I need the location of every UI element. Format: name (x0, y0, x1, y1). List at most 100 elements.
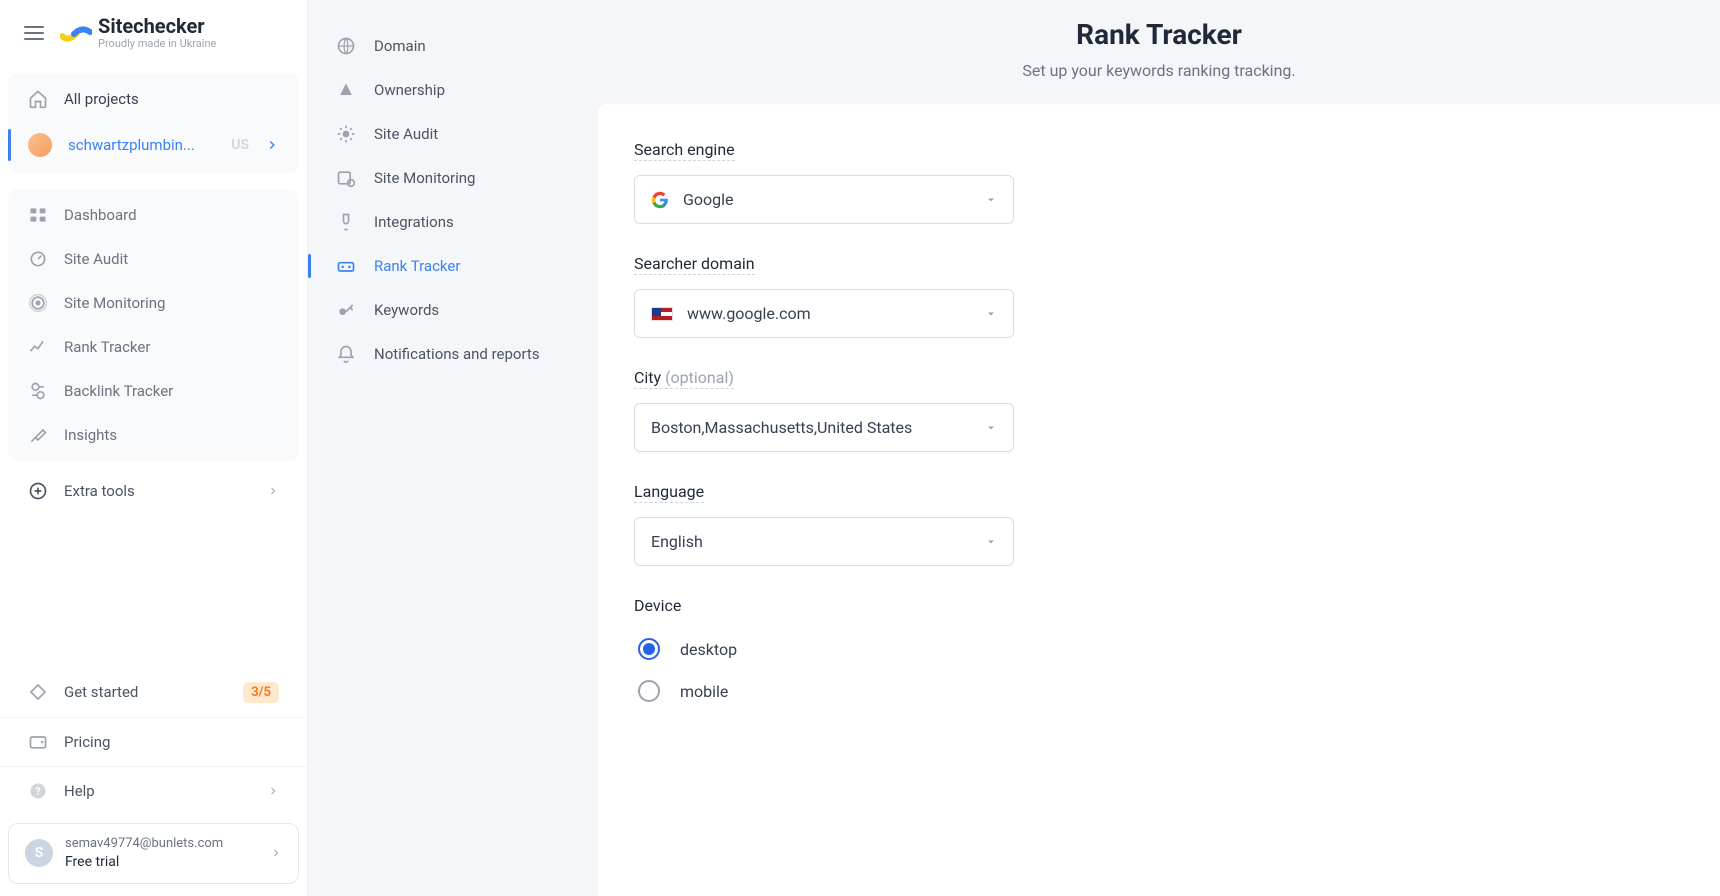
settings-nav-rank tracker[interactable]: Rank Tracker (308, 244, 598, 288)
field-label: City (optional) (634, 368, 734, 389)
field-device: Device desktop mobile (634, 596, 1684, 712)
nav-icon (336, 212, 356, 232)
chevron-right-icon (270, 847, 282, 859)
nav-group-projects: All projects schwartzplumbin... US (8, 73, 299, 173)
device-radio-desktop[interactable]: desktop (634, 628, 1684, 670)
hamburger-icon[interactable] (24, 26, 44, 40)
nav-group-main: Dashboard Site Audit Site Monitoring Ran… (8, 189, 299, 461)
nav-label: Ownership (374, 81, 445, 99)
settings-nav-site monitoring[interactable]: Site Monitoring (308, 156, 598, 200)
nav-get-started[interactable]: Get started 3/5 (0, 668, 307, 717)
nav-label: All projects (64, 90, 139, 108)
logo-icon (60, 22, 92, 44)
nav-label: Site Monitoring (374, 169, 475, 187)
project-avatar (28, 133, 52, 157)
main-content: Rank Tracker Set up your keywords rankin… (598, 0, 1720, 896)
nav-icon (336, 300, 356, 320)
nav-icon (336, 168, 356, 188)
nav-label: Insights (64, 426, 117, 444)
nav-rank tracker[interactable]: Rank Tracker (8, 325, 299, 369)
caret-down-icon (985, 536, 997, 548)
language-select[interactable]: English (634, 517, 1014, 566)
logo-bar: Sitechecker Proudly made in Ukraine (0, 0, 307, 65)
nav-site monitoring[interactable]: Site Monitoring (8, 281, 299, 325)
nav-label: Help (64, 782, 95, 800)
nav-backlink tracker[interactable]: Backlink Tracker (8, 369, 299, 413)
user-email: semav49774@bunlets.com (65, 836, 223, 853)
settings-nav-notifications and reports[interactable]: Notifications and reports (308, 332, 598, 376)
nav-current-project[interactable]: schwartzplumbin... US (8, 121, 299, 169)
nav-label: Domain (374, 37, 426, 55)
page-header: Rank Tracker Set up your keywords rankin… (598, 0, 1720, 104)
settings-nav-ownership[interactable]: Ownership (308, 68, 598, 112)
nav-icon (28, 381, 48, 401)
nav-help[interactable]: ? Help (0, 766, 307, 815)
caret-down-icon (985, 422, 997, 434)
device-radio-group: desktop mobile (634, 628, 1684, 712)
radio-label: mobile (680, 682, 728, 701)
nav-site audit[interactable]: Site Audit (8, 237, 299, 281)
caret-down-icon (985, 308, 997, 320)
page-subtitle: Set up your keywords ranking tracking. (598, 61, 1720, 80)
field-language: Language English (634, 482, 1684, 566)
nav-label: Keywords (374, 301, 439, 319)
nav-all-projects[interactable]: All projects (8, 77, 299, 121)
logo[interactable]: Sitechecker Proudly made in Ukraine (60, 16, 216, 49)
settings-nav-site audit[interactable]: Site Audit (308, 112, 598, 156)
nav-label: Dashboard (64, 206, 137, 224)
plus-circle-icon (28, 481, 48, 501)
user-plan: Free trial (65, 853, 223, 871)
optional-tag: (optional) (665, 368, 734, 387)
field-search-engine: Search engine Google (634, 140, 1684, 224)
nav-icon (28, 337, 48, 357)
user-avatar: S (25, 839, 53, 867)
nav-label: Site Monitoring (64, 294, 165, 312)
nav-extra-tools[interactable]: Extra tools (0, 469, 307, 513)
chevron-right-icon (265, 138, 279, 152)
settings-nav-integrations[interactable]: Integrations (308, 200, 598, 244)
settings-nav-domain[interactable]: Domain (308, 24, 598, 68)
secondary-sidebar: Domain Ownership Site Audit Site Monitor… (308, 0, 598, 896)
nav-icon (28, 425, 48, 445)
project-country: US (231, 137, 249, 153)
nav-label: Site Audit (374, 125, 438, 143)
nav-label: Notifications and reports (374, 345, 540, 363)
search-engine-select[interactable]: Google (634, 175, 1014, 224)
brand-title: Sitechecker (98, 16, 216, 36)
settings-nav-keywords[interactable]: Keywords (308, 288, 598, 332)
nav-label: Integrations (374, 213, 454, 231)
chevron-right-icon (267, 485, 279, 497)
field-label: Device (634, 596, 681, 616)
nav-label: Site Audit (64, 250, 128, 268)
field-label: Language (634, 482, 704, 503)
page-title: Rank Tracker (598, 18, 1720, 51)
select-value: Boston,Massachusetts,United States (651, 418, 912, 437)
nav-icon (336, 256, 356, 276)
field-label: Search engine (634, 140, 735, 161)
sidebar-footer: Get started 3/5 Pricing ? Help S semav49… (0, 668, 307, 896)
caret-down-icon (985, 194, 997, 206)
nav-icon (336, 124, 356, 144)
nav-icon (336, 36, 356, 56)
select-value: Google (683, 190, 734, 209)
us-flag-icon (651, 307, 673, 321)
select-value: English (651, 532, 703, 551)
nav-label: Get started (64, 683, 138, 701)
domain-select[interactable]: www.google.com (634, 289, 1014, 338)
form-panel: Search engine Google Searcher domain www… (598, 104, 1720, 896)
diamond-icon (28, 682, 48, 702)
nav-label: Pricing (64, 733, 110, 751)
nav-label: Backlink Tracker (64, 382, 173, 400)
select-value: www.google.com (687, 304, 811, 323)
radio-label: desktop (680, 640, 737, 659)
user-card[interactable]: S semav49774@bunlets.com Free trial (8, 823, 299, 884)
project-name: schwartzplumbin... (68, 136, 211, 154)
nav-pricing[interactable]: Pricing (0, 717, 307, 766)
progress-badge: 3/5 (243, 682, 279, 703)
device-radio-mobile[interactable]: mobile (634, 670, 1684, 712)
city-select[interactable]: Boston,Massachusetts,United States (634, 403, 1014, 452)
nav-insights[interactable]: Insights (8, 413, 299, 457)
nav-label: Rank Tracker (374, 257, 460, 275)
field-label: Searcher domain (634, 254, 755, 275)
nav-dashboard[interactable]: Dashboard (8, 193, 299, 237)
